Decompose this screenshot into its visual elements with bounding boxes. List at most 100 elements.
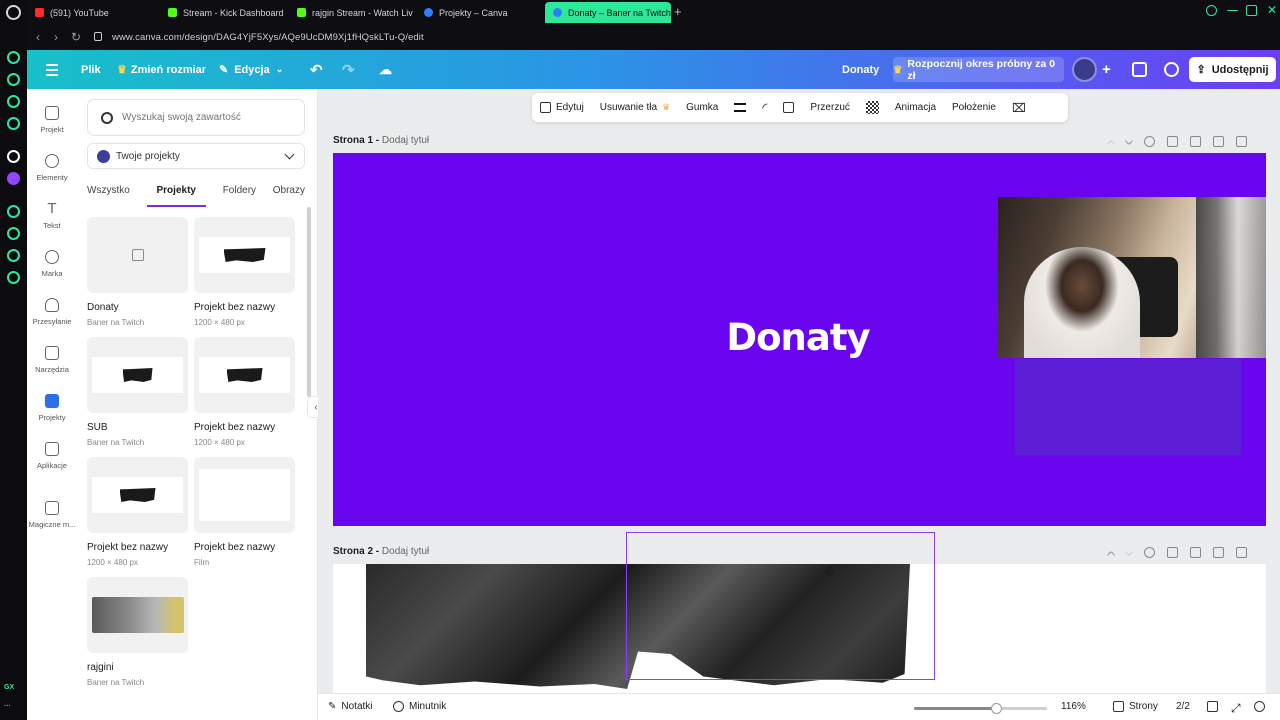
transparency-button[interactable] <box>858 101 887 114</box>
spotify-icon[interactable] <box>7 205 20 218</box>
reload-icon[interactable]: ↻ <box>71 31 81 43</box>
move-page-up-icon[interactable] <box>1106 550 1116 559</box>
project-card[interactable]: Projekt bez nazwy 1200 × 480 px <box>87 457 188 567</box>
lock-page-icon[interactable] <box>1167 136 1178 147</box>
project-card[interactable]: Projekt bez nazwy Film <box>194 457 295 567</box>
new-tab-plus-icon[interactable]: + <box>674 4 682 19</box>
selection-box[interactable] <box>626 532 935 680</box>
project-card[interactable]: Projekt bez nazwy 1200 × 480 px <box>194 217 295 327</box>
rail-item-apps[interactable]: Aplikacje <box>27 442 77 470</box>
duplicate-page-icon[interactable] <box>1190 136 1201 147</box>
move-page-down-icon[interactable] <box>1124 136 1134 145</box>
pinned-app-icon[interactable] <box>7 150 20 163</box>
animate-button[interactable]: Animacja <box>887 102 944 113</box>
settings-gear-icon[interactable] <box>7 271 20 284</box>
purple-rectangle-element[interactable] <box>1015 359 1241 455</box>
tab-images[interactable]: Obrazy <box>273 185 305 207</box>
comments-icon[interactable] <box>1164 62 1179 77</box>
forward-arrow-icon[interactable]: › <box>54 31 58 43</box>
tab-projects[interactable]: Projekty <box>146 185 206 207</box>
hide-page-eye-icon[interactable] <box>1144 136 1155 147</box>
banner-heading[interactable]: Donaty <box>693 316 903 359</box>
undo-icon[interactable]: ↶ <box>310 50 323 89</box>
add-page-title[interactable]: Dodaj tytuł <box>382 135 429 146</box>
speed-dial-icon[interactable] <box>7 51 20 64</box>
tab-kick-stream[interactable]: rajgin Stream - Watch Liv <box>289 2 414 23</box>
grid-view-icon[interactable] <box>1207 701 1218 712</box>
rail-item-brand[interactable]: Marka <box>27 250 77 278</box>
fullscreen-icon[interactable]: ⤢ <box>1231 701 1241 716</box>
url-field[interactable]: www.canva.com/design/DAG4YjF5Xys/AQe9UcD… <box>112 32 424 43</box>
tab-canva-donaty[interactable]: Donaty – Baner na Twitch <box>545 2 671 23</box>
start-trial-button[interactable]: ♛ Rozpocznij okres próbny za 0 zł <box>893 57 1064 82</box>
projects-filter-dropdown[interactable]: Twoje projekty <box>87 143 305 169</box>
search-input[interactable] <box>122 112 292 123</box>
flip-button[interactable]: Przerzuć <box>802 102 857 113</box>
project-card[interactable]: Donaty Baner na Twitch <box>87 217 188 327</box>
messenger-icon[interactable] <box>7 95 20 108</box>
timer-button[interactable]: Minutnik <box>393 701 446 712</box>
project-card[interactable]: SUB Baner na Twitch <box>87 337 188 447</box>
project-card[interactable]: rajgini Baner na Twitch <box>87 577 188 687</box>
move-page-down-icon[interactable] <box>1124 547 1134 556</box>
eraser-button[interactable]: Gumka <box>678 102 726 113</box>
panel-scrollbar[interactable] <box>307 207 311 397</box>
position-button[interactable]: Położenie <box>944 102 1004 113</box>
project-card[interactable]: Projekt bez nazwy 1200 × 480 px <box>194 337 295 447</box>
tab-youtube[interactable]: (591) YouTube <box>27 2 154 23</box>
rail-item-uploads[interactable]: Przesyłanie <box>27 298 77 326</box>
more-dots-icon[interactable]: ··· <box>4 703 11 710</box>
close-window-icon[interactable]: ✕ <box>1267 4 1278 16</box>
zoom-value[interactable]: 116% <box>1061 701 1086 712</box>
copy-style-button[interactable]: ⌧ <box>1004 101 1034 115</box>
rail-item-magic-media[interactable]: Magiczne m... <box>27 501 77 529</box>
search-tabs-icon[interactable] <box>1206 5 1217 16</box>
crop-button[interactable] <box>775 102 802 113</box>
analytics-chart-icon[interactable] <box>1132 62 1147 77</box>
menu-resize[interactable]: ♛ Zmień rozmiar <box>117 50 206 89</box>
delete-page-trash-icon[interactable] <box>1213 547 1224 558</box>
tab-folders[interactable]: Foldery <box>223 185 256 207</box>
hide-page-eye-icon[interactable] <box>1144 547 1155 558</box>
rail-item-design[interactable]: Projekt <box>27 106 77 134</box>
twitch-icon[interactable] <box>7 172 20 185</box>
page-1-canvas[interactable]: Donaty <box>333 153 1266 526</box>
hamburger-menu-icon[interactable] <box>46 64 58 79</box>
add-page-icon[interactable] <box>1236 547 1247 558</box>
tab-kick-dashboard[interactable]: Stream - Kick Dashboard <box>160 2 285 23</box>
redo-icon[interactable]: ↷ <box>342 50 355 89</box>
edit-image-button[interactable]: Edytuj <box>532 102 592 113</box>
maximize-icon[interactable] <box>1246 5 1257 16</box>
notes-button[interactable]: ✎ Notatki <box>328 701 373 712</box>
cloud-save-icon[interactable]: ☁ <box>379 50 392 89</box>
extensions-icon[interactable] <box>7 249 20 262</box>
add-collaborator-plus-icon[interactable]: + <box>1102 50 1111 89</box>
help-icon[interactable] <box>1254 701 1265 712</box>
history-icon[interactable] <box>7 227 20 240</box>
search-box[interactable] <box>87 99 305 136</box>
opera-logo-icon[interactable] <box>6 5 21 20</box>
zoom-slider[interactable] <box>914 703 1047 714</box>
pages-button[interactable]: Strony <box>1113 701 1158 712</box>
move-page-up-icon[interactable] <box>1106 139 1116 148</box>
duplicate-page-icon[interactable] <box>1190 547 1201 558</box>
share-button[interactable]: ⇪ Udostępnij <box>1189 57 1276 82</box>
background-remover-button[interactable]: Usuwanie tła ♛ <box>592 102 678 113</box>
menu-file[interactable]: Plik <box>81 50 101 89</box>
rail-item-tools[interactable]: Narzędzia <box>27 346 77 374</box>
rail-item-elements[interactable]: Elementy <box>27 154 77 182</box>
back-arrow-icon[interactable]: ‹ <box>36 31 40 43</box>
minimize-icon[interactable] <box>1227 10 1238 12</box>
menu-edit[interactable]: ✎ Edycja ⌄ <box>219 50 283 89</box>
rail-item-text[interactable]: T Tekst <box>27 201 77 230</box>
border-style-button[interactable] <box>726 103 754 112</box>
corner-rounding-button[interactable]: ◜ <box>754 100 775 116</box>
add-page-icon[interactable] <box>1236 136 1247 147</box>
lock-page-icon[interactable] <box>1167 547 1178 558</box>
avatar[interactable] <box>1072 57 1097 82</box>
music-player-icon[interactable] <box>7 117 20 130</box>
add-page-title[interactable]: Dodaj tytuł <box>382 546 429 557</box>
zoom-slider-knob[interactable] <box>991 703 1003 714</box>
design-name[interactable]: Donaty <box>842 50 879 89</box>
delete-page-trash-icon[interactable] <box>1213 136 1224 147</box>
